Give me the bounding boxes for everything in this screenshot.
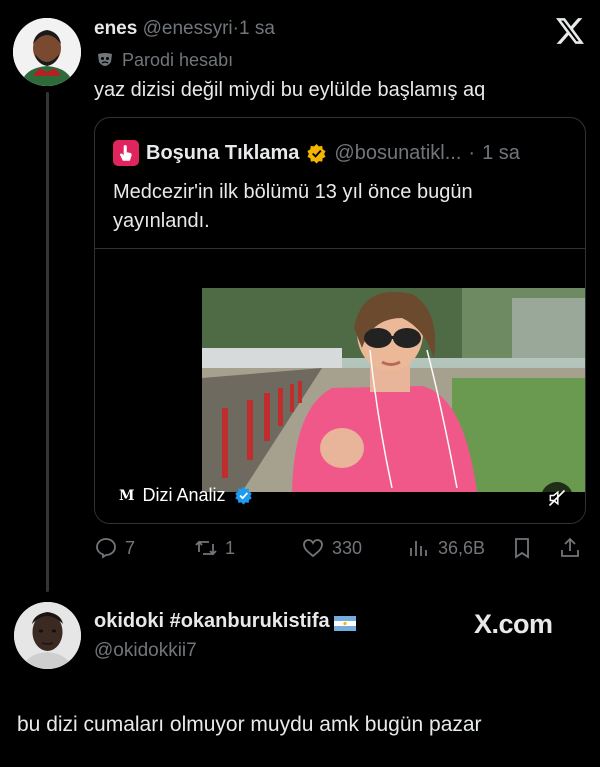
parody-text: Parodi hesabı xyxy=(122,50,234,70)
heart-icon xyxy=(303,539,323,558)
reply-author[interactable]: okidoki #okanburukistifa xyxy=(94,610,356,633)
action-bar: 7 1 330 36,6B xyxy=(94,536,586,564)
media-source[interactable]: M Dizi Analiz xyxy=(119,485,253,506)
views-count: 36,6B xyxy=(438,537,486,558)
media-source-name: Dizi Analiz xyxy=(142,485,226,505)
x-logo-icon xyxy=(556,18,584,44)
reply-count: 7 xyxy=(125,537,136,558)
tweet-header: enes @enessyri·1 sa xyxy=(94,18,275,40)
quote-author-handle[interactable]: @bosunatikl... xyxy=(334,142,461,165)
quote-header: Boşuna Tıklama @bosunatikl... · 1 sa xyxy=(113,140,520,166)
retweet-icon xyxy=(195,540,217,556)
quoted-tweet[interactable]: Boşuna Tıklama @bosunatikl... · 1 sa Medce… xyxy=(94,117,586,524)
avatar[interactable] xyxy=(113,140,139,166)
mute-button[interactable] xyxy=(541,482,573,514)
tweet-time[interactable]: 1 sa xyxy=(239,18,275,39)
quote-text: Medcezir'in ilk bölümü 13 yıl önce bugün… xyxy=(113,181,473,232)
verified-icon xyxy=(234,486,253,505)
tweet-text: yaz dizisi değil miydi bu eylülde başlam… xyxy=(94,79,486,101)
like-button[interactable]: 330 xyxy=(301,536,362,560)
reply-button[interactable]: 7 xyxy=(94,536,135,560)
argentina-flag-icon xyxy=(333,614,356,631)
x-com-watermark: X.com xyxy=(474,609,553,639)
reply-text: bu dizi cumaları olmuyor muydu amk bugün… xyxy=(17,713,482,736)
speaker-muted-icon xyxy=(548,489,566,507)
author-name[interactable]: enes xyxy=(94,18,137,39)
separator-dot: · xyxy=(468,141,476,164)
views-button[interactable]: 36,6B xyxy=(407,536,485,560)
author-handle[interactable]: @enessyri xyxy=(143,18,233,39)
video-thumbnail[interactable] xyxy=(202,288,585,492)
retweet-count: 1 xyxy=(225,537,236,558)
thread-line xyxy=(46,92,49,592)
reply-author-handle[interactable]: @okidokkii7 xyxy=(94,640,197,662)
pointer-hand-icon xyxy=(119,145,132,161)
theater-mask-icon xyxy=(95,51,115,71)
bookmark-button[interactable] xyxy=(510,536,534,560)
bookmark-icon xyxy=(515,538,529,559)
quote-author-name[interactable]: Boşuna Tıklama xyxy=(146,142,299,165)
like-count: 330 xyxy=(332,537,363,558)
retweet-button[interactable]: 1 xyxy=(194,536,235,560)
avatar[interactable] xyxy=(14,602,81,669)
share-icon xyxy=(561,537,579,557)
avatar[interactable] xyxy=(13,18,81,86)
parody-label: Parodi hesabı xyxy=(95,50,233,71)
quote-media[interactable]: M Dizi Analiz xyxy=(95,248,585,523)
verified-business-icon xyxy=(306,143,327,164)
media-source-logo: M xyxy=(119,487,135,504)
reply-icon xyxy=(96,538,116,559)
reply-author-name: okidoki #okanburukistifa xyxy=(94,610,330,632)
quote-time[interactable]: 1 sa xyxy=(482,142,520,165)
views-chart-icon xyxy=(410,541,427,556)
share-button[interactable] xyxy=(558,536,582,560)
